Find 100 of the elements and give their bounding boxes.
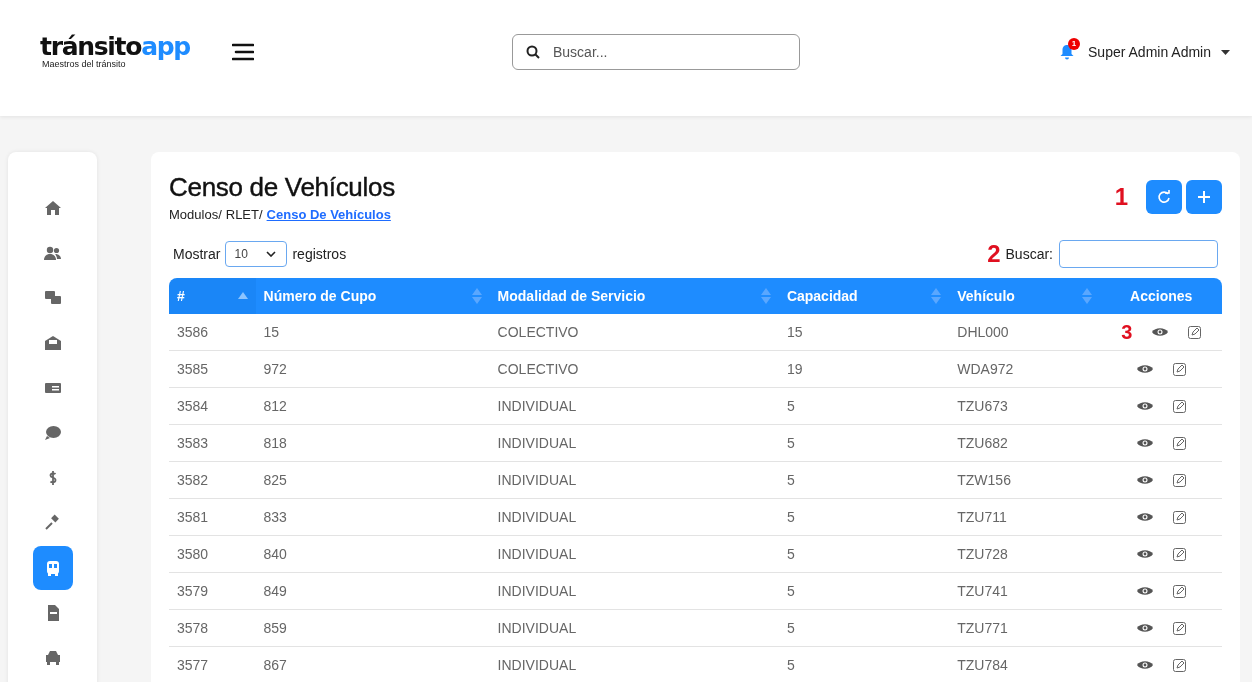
table-cell: 3579 — [169, 572, 256, 610]
table-cell: 5 — [778, 461, 950, 499]
length-label: registros — [292, 246, 347, 262]
table-cell: 5 — [778, 535, 950, 573]
menu-icon[interactable] — [232, 43, 254, 61]
table-cell: 15 — [255, 314, 490, 351]
table-cell: 833 — [255, 498, 490, 536]
edit-icon[interactable] — [1172, 658, 1186, 672]
view-icon[interactable] — [1136, 438, 1153, 448]
view-icon[interactable] — [1136, 401, 1153, 411]
search-icon — [526, 45, 540, 59]
plus-icon — [1197, 190, 1211, 204]
table-cell: 818 — [255, 424, 490, 462]
edit-icon[interactable] — [1172, 621, 1186, 635]
table-cell: 3577 — [169, 646, 256, 682]
table-cell: INDIVIDUAL — [489, 572, 779, 610]
edit-icon[interactable] — [1172, 399, 1186, 413]
home-icon — [43, 199, 62, 217]
page-size-select[interactable]: 10 — [225, 241, 288, 267]
table-cell: 5 — [778, 609, 950, 647]
refresh-button[interactable] — [1146, 180, 1182, 214]
table-cell: 5 — [778, 572, 950, 610]
filter-field[interactable] — [1059, 240, 1218, 268]
view-icon[interactable] — [1152, 327, 1169, 337]
table-cell: INDIVIDUAL — [489, 387, 779, 425]
table-cell: TZU728 — [949, 535, 1101, 573]
caret-icon[interactable] — [1221, 49, 1230, 55]
dollar-icon — [47, 469, 58, 487]
people-icon — [43, 244, 62, 262]
table-cell: 5 — [778, 498, 950, 536]
breadcrumb-item[interactable]: RLET/ — [225, 207, 263, 222]
table-cell: INDIVIDUAL — [489, 535, 779, 573]
table-cell: TZU784 — [949, 646, 1101, 682]
edit-icon[interactable] — [1172, 547, 1186, 561]
page-title: Censo de Vehículos — [169, 172, 395, 203]
table-cell: 3584 — [169, 387, 256, 425]
column-header[interactable]: Vehículo — [949, 278, 1101, 314]
column-header[interactable]: Número de Cupo — [255, 278, 490, 314]
edit-icon[interactable] — [1172, 584, 1186, 598]
table-cell: 3580 — [169, 535, 256, 573]
table-cell: INDIVIDUAL — [489, 646, 779, 682]
gavel-icon — [43, 514, 62, 532]
table-cell: 812 — [255, 387, 490, 425]
table-cell: TZU673 — [949, 387, 1101, 425]
table-cell: INDIVIDUAL — [489, 498, 779, 536]
add-button[interactable] — [1186, 180, 1222, 214]
table-cell: 3586 — [169, 314, 256, 351]
table-cell: 3585 — [169, 350, 256, 388]
callout-number: 3 — [1121, 322, 1133, 342]
breadcrumb-item[interactable]: Modulos/ — [169, 207, 222, 222]
table-cell: INDIVIDUAL — [489, 609, 779, 647]
table-cell: INDIVIDUAL — [489, 461, 779, 499]
table-cell: TZW156 — [949, 461, 1101, 499]
column-header[interactable]: Acciones — [1100, 278, 1222, 314]
view-icon[interactable] — [1136, 586, 1153, 596]
view-icon[interactable] — [1136, 549, 1153, 559]
column-header[interactable]: Modalidad de Servicio — [489, 278, 779, 314]
table-cell: 15 — [778, 314, 950, 351]
table-cell: 3581 — [169, 498, 256, 536]
view-icon[interactable] — [1136, 475, 1153, 485]
table-cell: TZU741 — [949, 572, 1101, 610]
notification-badge: 1 — [1068, 38, 1081, 50]
table-cell: 5 — [778, 387, 950, 425]
table-cell: DHL000 — [949, 314, 1101, 351]
view-icon[interactable] — [1136, 660, 1153, 670]
table-cell: 825 — [255, 461, 490, 499]
table-cell: 3578 — [169, 609, 256, 647]
view-icon[interactable] — [1136, 364, 1153, 374]
view-icon[interactable] — [1136, 623, 1153, 633]
table-cell: INDIVIDUAL — [489, 424, 779, 462]
table-cell: 3583 — [169, 424, 256, 462]
chevron-down-icon — [266, 251, 277, 257]
table-cell: 5 — [778, 424, 950, 462]
table-cell: COLECTIVO — [489, 314, 779, 351]
search-field[interactable]: Buscar... — [512, 34, 800, 70]
table-cell: 972 — [255, 350, 490, 388]
refresh-icon — [1157, 190, 1171, 204]
callout-number: 2 — [987, 242, 1001, 266]
table-cell: TZU711 — [949, 498, 1101, 536]
logo[interactable]: tránsitoapp Maestros del tránsito — [40, 35, 230, 69]
table-cell: 3582 — [169, 461, 256, 499]
speech-bubble-icon — [43, 424, 62, 442]
user-menu[interactable]: Super Admin Admin — [1088, 44, 1211, 60]
edit-icon[interactable] — [1172, 510, 1186, 524]
edit-icon[interactable] — [1172, 473, 1186, 487]
edit-icon[interactable] — [1172, 362, 1186, 376]
filter-label: Buscar: — [1005, 246, 1053, 262]
edit-icon[interactable] — [1188, 325, 1202, 339]
table-cell: 5 — [778, 646, 950, 682]
column-header[interactable]: # — [169, 278, 256, 314]
sidebar-item[interactable] — [32, 546, 73, 590]
view-icon[interactable] — [1136, 512, 1153, 522]
edit-icon[interactable] — [1172, 436, 1186, 450]
car-icon — [43, 649, 62, 667]
column-header[interactable]: Capacidad — [778, 278, 950, 314]
table-cell: TZU682 — [949, 424, 1101, 462]
table-cell: TZU771 — [949, 609, 1101, 647]
table-cell: 867 — [255, 646, 490, 682]
envelope-icon — [43, 334, 62, 352]
breadcrumb-link[interactable]: Censo De Vehículos — [266, 207, 391, 222]
